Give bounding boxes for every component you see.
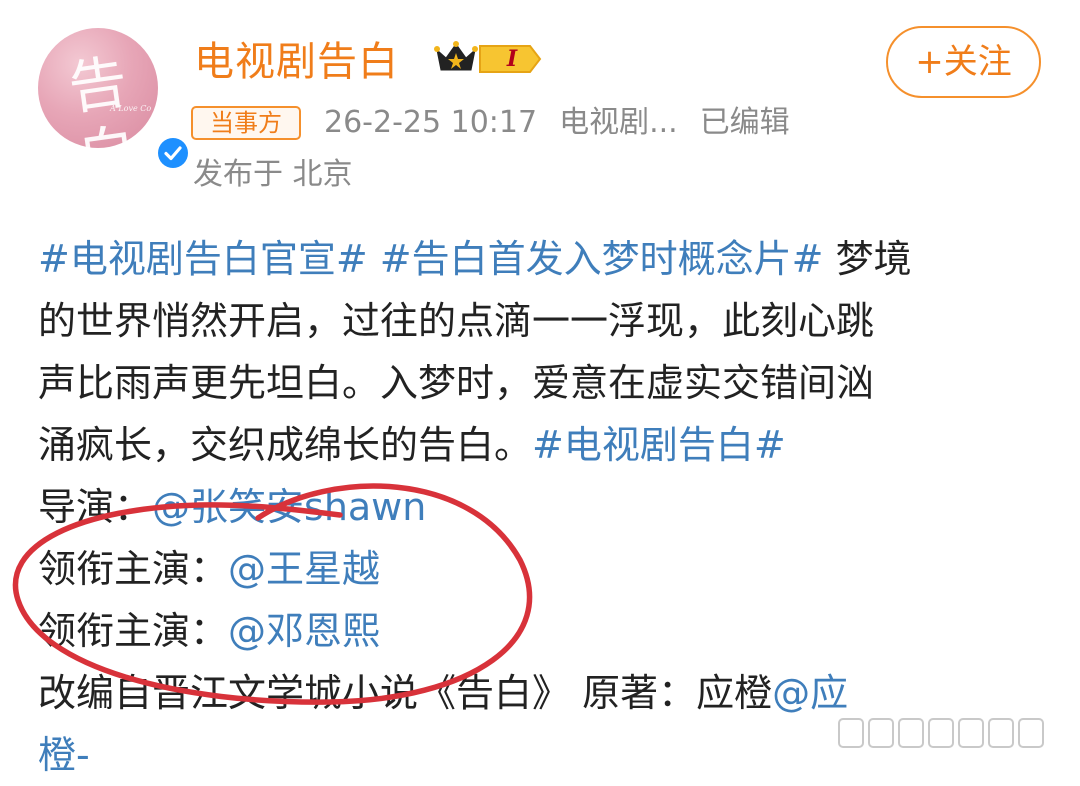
crown-icon (434, 40, 478, 78)
post-time: 26-2-25 10:17 (324, 105, 538, 140)
mention-link-continued[interactable]: 橙- (38, 733, 90, 777)
mention-link[interactable]: @邓恩熙 (228, 609, 380, 653)
credit-lead: 领衔主演：@邓恩熙 (38, 600, 1042, 662)
post-source[interactable]: 电视剧... (559, 105, 678, 140)
avatar-logo: 告白 (64, 47, 142, 193)
post-body: #电视剧告白官宣# #告白首发入梦时概念片# 梦境 的世界悄然开启，过往的点滴一… (38, 228, 1042, 786)
post-line: 的世界悄然开启，过往的点滴一一浮现，此刻心跳 (38, 299, 875, 343)
party-badge: 当事方 (191, 106, 301, 140)
post-meta: 26-2-25 10:17 电视剧... 已编辑 (324, 100, 812, 146)
verified-badge-icon (154, 134, 192, 172)
credit-label: 导演： (38, 485, 153, 529)
mention-link[interactable]: @应 (772, 671, 848, 715)
post-text: 涌疯长，交织成绵长的告白。 (38, 423, 533, 467)
credit-director: 导演：@张笑安shawn (38, 476, 1042, 538)
member-level-badge: I (478, 44, 542, 74)
follow-button[interactable]: +关注 (886, 26, 1041, 98)
member-level: I (506, 46, 518, 72)
watermark (838, 712, 1066, 756)
post-line: 涌疯长，交织成绵长的告白。#电视剧告白# (38, 414, 1042, 476)
mention-link[interactable]: @张笑安shawn (152, 485, 426, 529)
hashtag-link[interactable]: #电视剧告白官宣# (38, 237, 368, 281)
post-line: #电视剧告白官宣# #告白首发入梦时概念片# 梦境 (38, 228, 1042, 290)
post-line: 声比雨声更先坦白。入梦时，爱意在虚实交错间汹 (38, 361, 875, 405)
post-location: 发布于 北京 (193, 157, 353, 192)
credit-lead: 领衔主演：@王星越 (38, 538, 1042, 600)
mention-link[interactable]: @王星越 (228, 547, 380, 591)
credit-label: 改编自晋江文学城小说《告白》 原著：应橙 (38, 671, 773, 715)
hashtag-link[interactable]: #告白首发入梦时概念片# (380, 237, 824, 281)
edited-label[interactable]: 已编辑 (700, 105, 790, 140)
post-text: 梦境 (835, 237, 912, 281)
author-name[interactable]: 电视剧告白 (194, 34, 399, 90)
credit-label: 领衔主演： (38, 609, 229, 653)
credit-label: 领衔主演： (38, 547, 229, 591)
avatar-logo-subtitle: A Love Co (110, 104, 152, 113)
avatar[interactable]: 告白 A Love Co (38, 28, 192, 193)
hashtag-link[interactable]: #电视剧告白# (532, 423, 786, 467)
